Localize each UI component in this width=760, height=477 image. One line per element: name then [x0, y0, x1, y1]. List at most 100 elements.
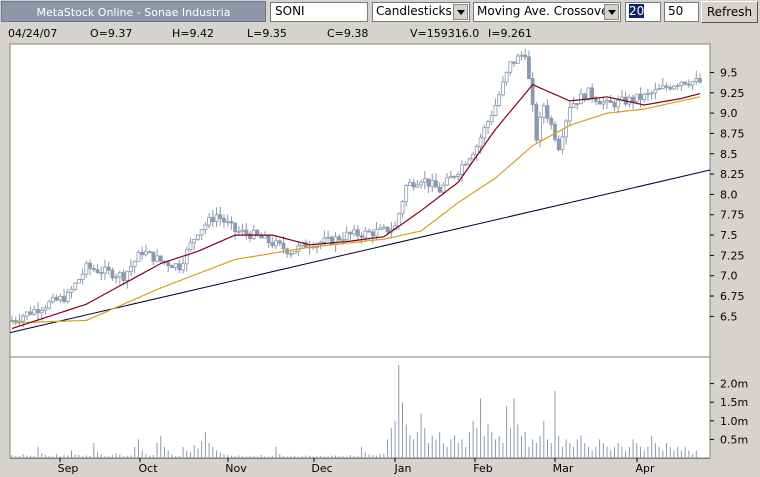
candle-body	[571, 103, 576, 108]
candle-body	[233, 222, 238, 232]
candle-body	[114, 276, 119, 279]
candle-body	[448, 175, 453, 179]
candle-body	[698, 78, 702, 83]
candle-body	[91, 268, 96, 271]
candle-body	[51, 296, 55, 303]
candle-body	[430, 180, 435, 187]
candle-body	[77, 279, 81, 284]
candle-body	[374, 229, 379, 237]
volume-tick-label: 1.5m	[720, 396, 748, 409]
candle-body	[564, 120, 569, 138]
candle-body	[434, 180, 438, 188]
candle-body	[404, 185, 409, 203]
candle-body	[627, 96, 632, 105]
price-tick-label: 9.0	[720, 107, 738, 120]
candle-body	[523, 54, 528, 58]
candle-body	[355, 229, 360, 237]
candle-body	[73, 282, 78, 290]
candle-body	[181, 263, 185, 271]
candle-body	[683, 81, 688, 85]
price-tick-label: 6.75	[720, 290, 745, 303]
candle-body	[177, 263, 182, 271]
candle-body	[203, 224, 208, 231]
volume-tick-label: 0.5m	[720, 433, 748, 446]
candle-body	[504, 71, 509, 83]
candle-body	[474, 146, 479, 155]
candle-body	[668, 86, 673, 90]
candle-body	[125, 270, 130, 281]
candle-body	[348, 231, 353, 235]
candle-body	[567, 107, 572, 122]
candle-body	[281, 242, 286, 250]
candle-body	[58, 295, 63, 301]
candle-body	[460, 164, 464, 175]
candle-body	[452, 175, 457, 178]
candle-body	[99, 272, 104, 274]
candle-body	[672, 85, 676, 90]
candle-body	[199, 229, 204, 236]
candle-body	[381, 226, 386, 229]
candle-body	[456, 173, 461, 177]
candle-body	[54, 296, 59, 301]
candle-body	[664, 85, 669, 88]
candle-body	[207, 216, 212, 226]
candle-body	[88, 262, 92, 269]
candle-body	[534, 104, 539, 141]
candle-body	[493, 104, 498, 116]
candle-body	[292, 250, 297, 255]
candle-body	[170, 265, 174, 268]
candle-body	[244, 229, 249, 235]
candle-body	[482, 127, 487, 139]
candle-body	[192, 238, 197, 244]
candle-body	[151, 251, 156, 262]
candle-body	[229, 221, 234, 224]
price-tick-label: 8.75	[720, 127, 745, 140]
candle-body	[24, 311, 29, 317]
candle-body	[277, 240, 282, 244]
candle-body	[266, 235, 271, 244]
candle-body	[262, 235, 267, 239]
candle-body	[653, 89, 658, 94]
month-label: Nov	[225, 462, 247, 475]
candle-body	[616, 99, 621, 108]
candle-body	[500, 81, 505, 96]
month-label: Apr	[635, 462, 655, 475]
candle-body	[478, 137, 483, 147]
candle-body	[13, 320, 18, 322]
candle-body	[95, 269, 100, 273]
volume-tick-label: 2.0m	[720, 378, 748, 391]
candle-body	[222, 217, 226, 223]
month-label: Oct	[138, 462, 158, 475]
candle-body	[638, 93, 643, 100]
candle-body	[103, 266, 107, 274]
candle-body	[408, 182, 412, 186]
candle-body	[605, 100, 609, 103]
candle-body	[422, 178, 427, 183]
price-chart: 6.5 6.75 7.0 7.25 7.5 7.75 8.0 8.25 8.5 8.75 9.0 9.…	[9, 43, 748, 475]
candle-body	[210, 216, 215, 223]
candle-body	[553, 124, 557, 140]
candle-body	[642, 93, 647, 100]
price-tick-label: 7.5	[720, 229, 738, 242]
candle-body	[352, 229, 357, 235]
price-tick-label: 9.5	[720, 66, 738, 79]
candle-body	[657, 88, 661, 90]
candle-body	[415, 184, 420, 188]
candle-body	[166, 261, 171, 267]
candle-body	[196, 234, 200, 240]
candle-body	[214, 214, 219, 223]
candle-body	[69, 288, 74, 293]
price-tick-label: 9.25	[720, 87, 745, 100]
candle-body	[218, 214, 223, 219]
x-axis-line	[10, 458, 710, 459]
candle-body	[143, 251, 148, 256]
candle-body	[601, 101, 606, 105]
candle-body	[251, 229, 256, 240]
candle-body	[545, 105, 550, 119]
candle-body	[84, 262, 89, 275]
candle-body	[21, 315, 26, 322]
month-label: Feb	[473, 462, 492, 475]
candle-body	[255, 229, 260, 236]
candle-body	[486, 121, 490, 129]
candle-body	[106, 266, 111, 271]
